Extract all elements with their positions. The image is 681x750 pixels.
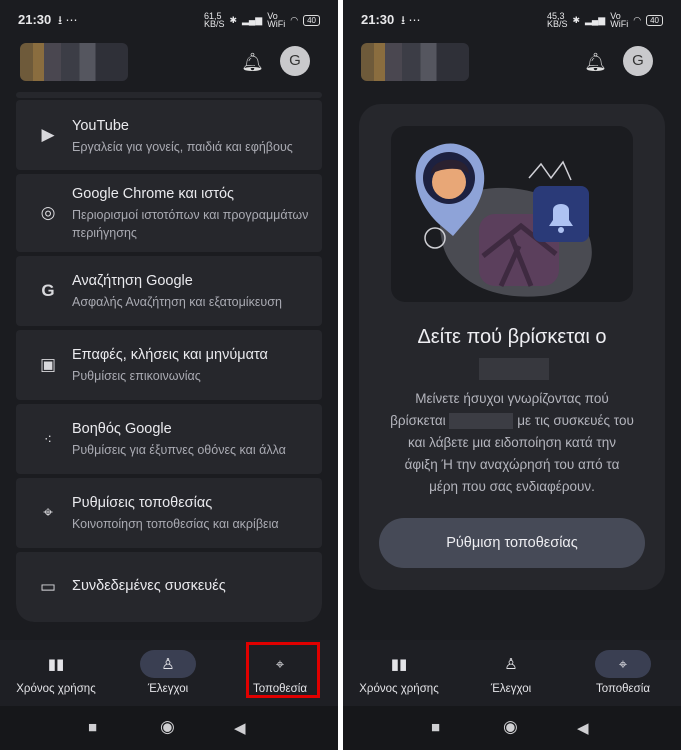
network-speed: 61,5 KB/S (203, 11, 225, 29)
network-speed: 45,3 KB/S (546, 11, 568, 29)
status-bar: 21:30 ⭳ ⋯ 45,3 KB/S ✱ ▂▄▆ Vo WiFi ◠ 40 (343, 0, 681, 38)
wifi-icon: ◠ (633, 14, 642, 25)
status-icons: 45,3 KB/S ✱ ▂▄▆ Vo WiFi ◠ 40 (546, 11, 663, 29)
list-item-title: Αναζήτηση Google (72, 273, 193, 289)
list-item-title: Google Chrome και ιστός (72, 186, 235, 202)
blurred-name-inline (449, 413, 514, 430)
list-item-title: YouTube (72, 118, 129, 134)
status-icons: 61,5 KB/S ✱ ▂▄▆ Vo WiFi ◠ 40 (203, 11, 320, 29)
nav-label: Έλεγχοι (147, 683, 189, 695)
system-nav-bar: ■ ◉ ◀ (343, 706, 681, 750)
location-pin-icon: ⌖ (43, 503, 53, 522)
highlight-box (246, 642, 320, 698)
recents-button[interactable]: ■ (431, 719, 440, 736)
desc-line: Μείνετε ήσυχοι γνωρίζοντας πού (415, 391, 609, 406)
setup-location-button[interactable]: Ρύθμιση τοποθεσίας (379, 518, 645, 568)
back-button[interactable]: ◀ (234, 719, 246, 737)
desc-line: με τις συσκευές του (517, 413, 634, 428)
battery-icon: 40 (303, 14, 320, 26)
location-pin-icon: ⌖ (595, 650, 651, 678)
bell-icon[interactable]: 🔔︎ (241, 52, 264, 73)
location-description: Μείνετε ήσυχοι γνωρίζοντας πού βρίσκεται… (381, 388, 643, 498)
list-item-title: Βοηθός Google (72, 421, 172, 437)
list-item-location-settings[interactable]: ⌖ Ρυθμίσεις τοποθεσίας Κοινοποίηση τοποθ… (16, 478, 322, 548)
status-notifications: ⭳ ⋯ (401, 13, 421, 27)
bar-chart-icon: ▮▮ (390, 656, 408, 673)
blurred-profile (20, 43, 128, 81)
list-item-youtube[interactable]: ▶ YouTube Εργαλεία για γονείς, παιδιά κα… (16, 100, 322, 170)
contacts-icon: ▣ (39, 355, 57, 374)
status-time: 21:30 (18, 12, 52, 27)
home-button[interactable]: ◉ (160, 717, 175, 737)
nav-screen-time[interactable]: ▮▮ Χρόνος χρήσης (343, 640, 455, 695)
list-item-subtitle: Περιορισμοί ιστοτόπων και προγραμμάτων π… (72, 208, 309, 240)
list-item-assistant[interactable]: ⁖ Βοηθός Google Ρυθμίσεις για έξυπνες οθ… (16, 404, 322, 474)
list-item-google-search[interactable]: G Αναζήτηση Google Ασφαλής Αναζήτηση και… (16, 256, 322, 326)
bottom-nav: ▮▮ Χρόνος χρήσης ♙ Έλεγχοι ⌖ Τοποθεσία (343, 640, 681, 706)
list-item-subtitle: Ρυθμίσεις επικοινωνίας (72, 369, 201, 383)
nav-label: Χρόνος χρήσης (359, 683, 439, 695)
google-icon: G (41, 281, 55, 300)
settings-list: ▶ YouTube Εργαλεία για γονείς, παιδιά κα… (16, 92, 322, 622)
list-item-title: Ρυθμίσεις τοποθεσίας (72, 495, 213, 511)
list-item-subtitle: Ασφαλής Αναζήτηση και εξατομίκευση (72, 295, 282, 309)
recents-button[interactable]: ■ (88, 719, 97, 736)
list-item-subtitle: Εργαλεία για γονείς, παιδιά και εφήβους (72, 140, 293, 154)
nav-screen-time[interactable]: ▮▮ Χρόνος χρήσης (0, 640, 112, 695)
back-button[interactable]: ◀ (577, 719, 589, 737)
blurred-profile (361, 43, 469, 81)
avatar[interactable]: G (623, 46, 653, 76)
avatar[interactable]: G (280, 46, 310, 76)
list-item-subtitle: Κοινοποίηση τοποθεσίας και ακρίβεια (72, 517, 279, 531)
card-top-edge (16, 92, 322, 98)
bluetooth-icon: ✱ (229, 14, 237, 25)
list-item-title: Επαφές, κλήσεις και μηνύματα (72, 347, 268, 363)
list-item-contacts[interactable]: ▣ Επαφές, κλήσεις και μηνύματα Ρυθμίσεις… (16, 330, 322, 400)
child-controls-icon: ♙ (504, 656, 518, 673)
nav-label: Τοποθεσία (596, 683, 650, 695)
status-bar: 21:30 ⭳ ⋯ 61,5 KB/S ✱ ▂▄▆ Vo WiFi ◠ 40 (0, 0, 338, 38)
signal-icon: ▂▄▆ (585, 14, 606, 25)
vowifi-label: Vo WiFi (267, 11, 286, 29)
desc-line: μέρη που σας ενδιαφέρουν. (429, 479, 595, 494)
app-bar: 🔔︎ G (0, 40, 338, 86)
bar-chart-icon: ▮▮ (47, 656, 65, 673)
right-screen: 21:30 ⭳ ⋯ 45,3 KB/S ✱ ▂▄▆ Vo WiFi ◠ 40 🔔… (343, 0, 681, 750)
nav-label: Χρόνος χρήσης (16, 683, 96, 695)
youtube-icon: ▶ (41, 125, 55, 144)
bell-icon[interactable]: 🔔︎ (584, 52, 607, 73)
child-controls-icon: ♙ (140, 650, 196, 678)
desc-line: βρίσκεται (390, 413, 446, 428)
system-nav-bar: ■ ◉ ◀ (0, 706, 338, 750)
list-item-chrome[interactable]: ◎ Google Chrome και ιστός Περιορισμοί ισ… (16, 174, 322, 252)
blurred-child-name (479, 358, 549, 380)
location-illustration (391, 126, 633, 302)
home-button[interactable]: ◉ (503, 717, 518, 737)
status-notifications: ⭳ ⋯ (58, 13, 78, 27)
wifi-icon: ◠ (290, 14, 299, 25)
desc-line: άφιξη Ή την αναχώρησή του από τα (404, 457, 620, 472)
app-bar: 🔔︎ G (343, 40, 681, 86)
nav-location[interactable]: ⌖ Τοποθεσία (567, 640, 679, 695)
bluetooth-icon: ✱ (572, 14, 580, 25)
nav-controls[interactable]: ♙ Έλεγχοι (455, 640, 567, 695)
list-item-subtitle: Ρυθμίσεις για έξυπνες οθόνες και άλλα (72, 443, 286, 457)
list-item-title: Συνδεδεμένες συσκευές (72, 578, 226, 594)
battery-icon: 40 (646, 14, 663, 26)
nav-label: Έλεγχοι (490, 683, 532, 695)
chrome-icon: ◎ (40, 203, 56, 222)
signal-icon: ▂▄▆ (242, 14, 263, 25)
list-item-connected-devices[interactable]: ▭ Συνδεδεμένες συσκευές (16, 552, 322, 622)
nav-controls[interactable]: ♙ Έλεγχοι (112, 640, 224, 695)
location-heading: Δείτε πού βρίσκεται ο (417, 326, 607, 348)
location-setup-card: Δείτε πού βρίσκεται ο Μείνετε ήσυχοι γνω… (359, 104, 665, 590)
status-time: 21:30 (361, 12, 395, 27)
desc-line: και λάβετε μια ειδοποίηση κατά την (408, 435, 616, 450)
vowifi-label: Vo WiFi (610, 11, 629, 29)
assistant-icon: ⁖ (43, 431, 53, 447)
illustration-graphic (415, 143, 592, 297)
devices-icon: ▭ (39, 577, 57, 596)
left-screen: 21:30 ⭳ ⋯ 61,5 KB/S ✱ ▂▄▆ Vo WiFi ◠ 40 🔔… (0, 0, 338, 750)
